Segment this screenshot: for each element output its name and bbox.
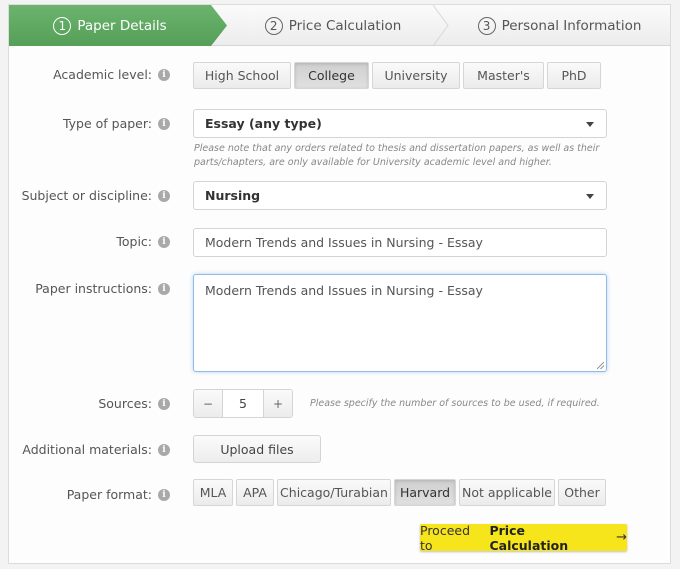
label-text: Paper instructions: xyxy=(35,281,152,296)
label-text: Subject or discipline: xyxy=(21,188,152,203)
hint-line: Please note that any orders related to t… xyxy=(194,143,600,154)
paper-format-option-mla[interactable]: MLA xyxy=(193,479,233,506)
step-label: Personal Information xyxy=(501,17,642,34)
additional-materials-label: Additional materials: i xyxy=(22,442,170,457)
type-of-paper-label: Type of paper: i xyxy=(63,116,170,131)
sources-hint: Please specify the number of sources to … xyxy=(310,398,600,409)
academic-level-option-high-school[interactable]: High School xyxy=(193,62,291,89)
paper-format-selector: MLA APA Chicago/Turabian Harvard Not app… xyxy=(193,479,606,506)
paper-format-option-not-applicable[interactable]: Not applicable xyxy=(459,479,555,506)
proceed-target: Price Calculation xyxy=(489,522,569,553)
order-form-panel: 1 Paper Details 2 Price Calculation 3 Pe… xyxy=(8,4,671,564)
info-icon[interactable]: i xyxy=(158,488,170,501)
paper-format-label: Paper format: i xyxy=(67,487,170,502)
caret-down-icon xyxy=(586,122,594,127)
step-label: Price Calculation xyxy=(288,17,402,34)
label-text: Topic: xyxy=(116,234,152,249)
info-icon[interactable]: i xyxy=(158,68,170,81)
paper-format-option-other[interactable]: Other xyxy=(558,479,606,506)
academic-level-option-college[interactable]: College xyxy=(294,62,369,89)
academic-level-label: Academic level: i xyxy=(53,67,170,82)
label-text: Paper format: xyxy=(66,487,152,502)
step-number-badge: 2 xyxy=(264,16,283,35)
hint-line: parts/chapters, are only available for U… xyxy=(194,157,552,168)
info-icon[interactable]: i xyxy=(158,189,170,202)
textarea-value: Modern Trends and Issues in Nursing - Es… xyxy=(205,283,483,298)
resize-grip-icon[interactable] xyxy=(597,362,604,369)
increment-button[interactable]: + xyxy=(264,390,292,417)
info-icon[interactable]: i xyxy=(158,282,170,295)
info-icon[interactable]: i xyxy=(158,443,170,456)
info-icon[interactable]: i xyxy=(158,235,170,248)
academic-level-option-university[interactable]: University xyxy=(372,62,460,89)
academic-level-selector: High School College University Master's … xyxy=(193,62,601,89)
step-personal-information[interactable]: 3 Personal Information xyxy=(435,5,670,46)
sources-label: Sources: i xyxy=(98,396,170,411)
label-text: Sources: xyxy=(98,396,152,411)
subject-select[interactable]: Nursing xyxy=(193,181,607,210)
subject-label: Subject or discipline: i xyxy=(22,188,170,203)
step-number-badge: 1 xyxy=(53,16,72,35)
paper-instructions-textarea[interactable]: Modern Trends and Issues in Nursing - Es… xyxy=(193,274,607,372)
type-of-paper-hint: Please note that any orders related to t… xyxy=(194,142,614,170)
select-value: Essay (any type) xyxy=(205,116,322,131)
academic-level-option-phd[interactable]: PhD xyxy=(547,62,601,89)
progress-steps: 1 Paper Details 2 Price Calculation 3 Pe… xyxy=(9,5,670,46)
decrement-button[interactable]: − xyxy=(194,390,222,417)
info-icon[interactable]: i xyxy=(158,117,170,130)
upload-files-button[interactable]: Upload files xyxy=(193,435,321,463)
label-text: Academic level: xyxy=(53,67,152,82)
step-number-badge: 3 xyxy=(477,16,496,35)
paper-format-option-apa[interactable]: APA xyxy=(236,479,274,506)
step-price-calculation[interactable]: 2 Price Calculation xyxy=(223,5,435,46)
paper-format-option-harvard[interactable]: Harvard xyxy=(394,479,456,506)
sources-stepper: − 5 + xyxy=(193,389,293,418)
topic-label: Topic: i xyxy=(116,234,170,249)
academic-level-option-masters[interactable]: Master's xyxy=(463,62,544,89)
sources-value[interactable]: 5 xyxy=(222,390,264,417)
caret-down-icon xyxy=(586,194,594,199)
topic-input[interactable]: Modern Trends and Issues in Nursing - Es… xyxy=(193,228,607,257)
proceed-prefix: Proceed to xyxy=(420,522,471,553)
paper-format-option-chicago[interactable]: Chicago/Turabian xyxy=(277,479,391,506)
label-text: Type of paper: xyxy=(62,116,152,131)
step-label: Paper Details xyxy=(77,17,167,34)
paper-instructions-label: Paper instructions: i xyxy=(35,281,170,296)
step-paper-details[interactable]: 1 Paper Details xyxy=(9,5,227,46)
label-text: Additional materials: xyxy=(22,442,152,457)
info-icon[interactable]: i xyxy=(158,397,170,410)
select-value: Nursing xyxy=(205,188,261,203)
arrow-right-icon: → xyxy=(616,530,627,545)
proceed-to-price-calculation-button[interactable]: Proceed to Price Calculation → xyxy=(420,522,627,553)
type-of-paper-select[interactable]: Essay (any type) xyxy=(193,109,607,138)
